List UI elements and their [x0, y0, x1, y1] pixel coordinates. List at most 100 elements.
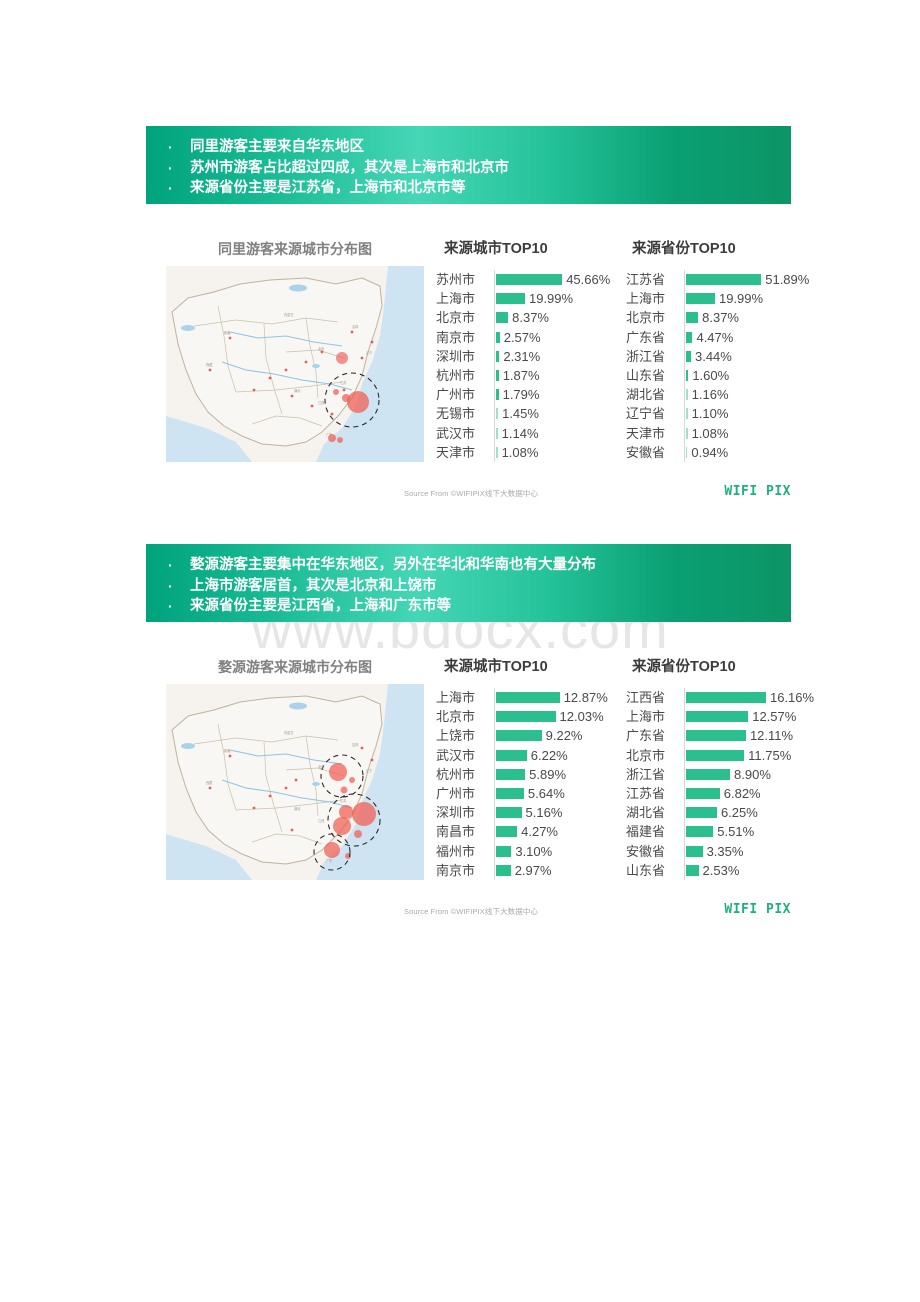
rank-row-label: 安徽省	[626, 843, 666, 859]
rank-row-label: 苏州市	[436, 272, 476, 287]
header-bullet: · 苏州市游客占比超过四成，其次是上海市和北京市	[168, 158, 791, 179]
rank-row-bar-cell: 8.90%	[682, 765, 806, 784]
rank-row-value: 1.14%	[501, 425, 539, 441]
svg-text:湖北: 湖北	[294, 388, 301, 393]
rank-row-value: 4.27%	[521, 824, 558, 840]
rank-row-bar	[496, 370, 499, 382]
rank-row-label: 北京市	[626, 310, 666, 326]
map-column: 婺源游客来源城市分布图 新疆 西藏 内蒙古 北京 吉林 辽宁 湖北 江西 江苏 …	[150, 658, 440, 880]
rank-row-label: 浙江省	[626, 348, 666, 364]
rank-row-bar-cell: 1.79%	[492, 385, 626, 404]
rank-row-bar	[686, 370, 689, 382]
rank-row-value: 19.99%	[528, 291, 574, 307]
rank-row: 上海市 12.57%	[626, 707, 806, 726]
section-content: 婺源游客来源城市分布图 新疆 西藏 内蒙古 北京 吉林 辽宁 湖北 江西 江苏 …	[0, 658, 920, 908]
header-gradient: · 婺源游客主要集中在华东地区，另外在华北和华南也有大量分布 · 上海市游客居首，其…	[146, 544, 791, 622]
rank-table-city: 来源城市TOP10 苏州市 45.66% 上海市 19.99% 北京市 8.37% 南京市 2…	[436, 240, 626, 462]
rank-row-bar-cell: 12.57%	[682, 707, 806, 726]
rank-row-bar-cell: 1.14%	[492, 424, 626, 443]
rank-row-value: 2.57%	[503, 329, 541, 345]
wifipix-logo: WIFI PIX	[724, 902, 791, 917]
svg-text:湖北: 湖北	[294, 806, 301, 811]
rank-title: 来源省份TOP10	[632, 241, 736, 257]
rank-row-bar-cell: 5.64%	[492, 784, 626, 803]
rank-row: 湖北省 6.25%	[626, 803, 806, 822]
header-bullet: · 来源省份主要是江苏省，上海市和北京市等	[168, 178, 791, 199]
rank-row-bar-cell: 1.60%	[682, 366, 806, 385]
svg-text:内蒙古: 内蒙古	[284, 312, 294, 317]
rank-row-bar	[686, 446, 688, 458]
bullet-dot-icon: ·	[168, 139, 173, 155]
chart-axis-line	[494, 270, 495, 462]
section-footer: Source From ©WIFIPIX线下大数据中心 WIFI PIX	[0, 902, 920, 928]
rank-row-bar	[496, 807, 522, 819]
rank-row: 安徽省 3.35%	[626, 842, 806, 861]
rank-row: 北京市 12.03%	[436, 707, 626, 726]
rank-table-province: 来源省份TOP10 江苏省 51.89% 上海市 19.99% 北京市 8.37% 广东省 4…	[626, 240, 809, 462]
rank-row: 北京市 8.37%	[436, 308, 626, 327]
rank-row: 无锡市 1.45%	[436, 404, 626, 423]
rank-row: 苏州市 45.66%	[436, 270, 626, 289]
section-footer: Source From ©WIFIPIX线下大数据中心 WIFI PIX	[0, 484, 920, 510]
rank-row-value: 5.64%	[527, 785, 565, 801]
rank-row: 安徽省 0.94%	[626, 443, 806, 462]
rank-row-label: 山东省	[626, 367, 666, 383]
header-bullet: · 上海市游客居首，其次是北京和上饶市	[168, 576, 791, 597]
rank-row-bar	[686, 274, 762, 286]
rank-row-bar	[686, 312, 699, 324]
rank-row-label: 江苏省	[626, 785, 666, 801]
rank-row-value: 1.60%	[692, 367, 730, 383]
rank-row-label: 深圳市	[436, 805, 476, 821]
rank-row: 武汉市 6.22%	[436, 746, 626, 765]
rank-row-value: 8.90%	[734, 766, 771, 782]
rank-row-value: 3.44%	[694, 348, 732, 364]
rank-row: 福州市 3.10%	[436, 842, 626, 861]
rank-row-label: 广州市	[436, 387, 476, 403]
rank-row-bar	[496, 446, 498, 458]
rank-row-bar-cell: 4.27%	[492, 822, 626, 841]
map-title: 婺源游客来源城市分布图	[218, 659, 372, 675]
rank-row-value: 19.99%	[718, 291, 764, 307]
source-credit: Source From ©WIFIPIX线下大数据中心	[404, 907, 539, 916]
svg-text:北京: 北京	[318, 346, 324, 351]
header-bullet-text: 上海市游客居首，其次是北京和上饶市	[190, 577, 437, 594]
rank-row-value: 45.66%	[566, 272, 611, 287]
rank-row-bar	[496, 788, 524, 800]
svg-text:西藏: 西藏	[206, 362, 213, 367]
rank-row-label: 安徽省	[626, 444, 666, 460]
rank-row-label: 武汉市	[436, 747, 476, 763]
rank-row: 山东省 2.53%	[626, 861, 806, 880]
rank-row-bar-cell: 19.99%	[492, 289, 626, 308]
rank-row-bar-cell: 3.35%	[682, 842, 806, 861]
report-page: www.bdocx.com · 同里游客主要来自华东地区 · 苏州市游客占比超过四成…	[0, 0, 920, 1302]
section-content: 同里游客来源城市分布图 新疆 西藏 内蒙古 北京 吉林 辽宁 湖北 江西 江苏 …	[0, 240, 920, 490]
header-bullet: · 婺源游客主要集中在华东地区，另外在华北和华南也有大量分布	[168, 555, 791, 576]
rank-row-label: 杭州市	[436, 367, 476, 383]
rank-row: 浙江省 3.44%	[626, 347, 806, 366]
rank-row: 杭州市 1.87%	[436, 366, 626, 385]
chart-axis-line	[684, 688, 685, 880]
rank-row-bar-cell: 2.53%	[682, 861, 806, 880]
rank-title: 来源城市TOP10	[444, 659, 548, 675]
bullet-dot-icon: ·	[168, 557, 173, 573]
rank-row-label: 天津市	[626, 425, 666, 441]
rank-row: 广州市 5.64%	[436, 784, 626, 803]
rank-row: 杭州市 5.89%	[436, 765, 626, 784]
rank-row: 浙江省 8.90%	[626, 765, 806, 784]
rank-row-value: 6.82%	[723, 785, 761, 801]
rank-table-city: 来源城市TOP10 上海市 12.87% 北京市 12.03% 上饶市 9.22% 武汉市 6…	[436, 658, 626, 880]
rank-row: 北京市 11.75%	[626, 746, 806, 765]
rank-row-value: 1.87%	[502, 367, 540, 383]
bullet-dot-icon: ·	[168, 180, 173, 196]
rank-row: 天津市 1.08%	[626, 424, 806, 443]
svg-text:内蒙古: 内蒙古	[284, 730, 294, 735]
svg-text:新疆: 新疆	[224, 748, 231, 753]
rank-row-bar	[686, 427, 688, 439]
chart-axis-line	[684, 270, 685, 462]
rank-row-bar	[496, 331, 500, 343]
rank-row-bar-cell: 11.75%	[682, 746, 806, 765]
rank-row-bar-cell: 4.47%	[682, 328, 806, 347]
rank-row-bar-cell: 45.66%	[492, 270, 626, 289]
rank-row-value: 5.16%	[525, 805, 563, 821]
rank-row: 南昌市 4.27%	[436, 822, 626, 841]
